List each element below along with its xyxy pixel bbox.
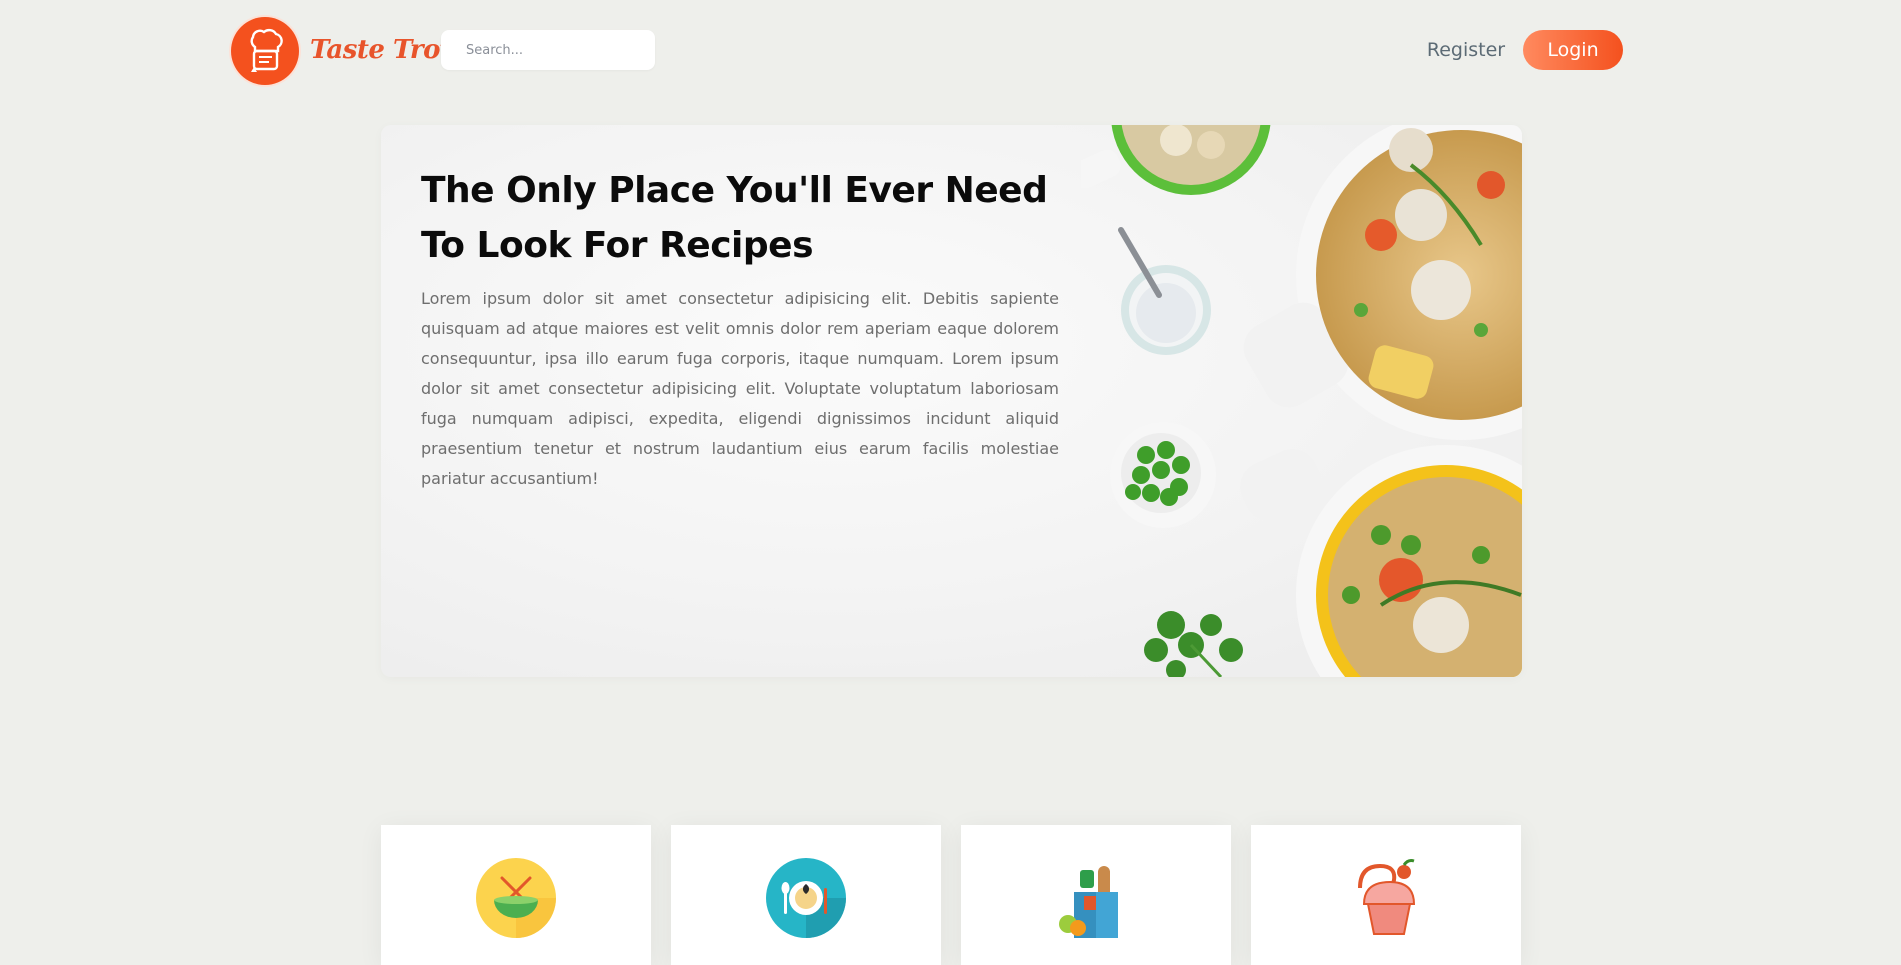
hero-banner: The Only Place You'll Ever Need To Look … [381, 125, 1522, 677]
grocery-bag-icon [1059, 866, 1118, 938]
hero-description: Lorem ipsum dolor sit amet consectetur a… [421, 289, 1059, 488]
hero-title: The Only Place You'll Ever Need To Look … [421, 170, 1048, 266]
noodle-bowl-icon [476, 858, 556, 938]
search-input[interactable] [441, 30, 655, 70]
food-bowls-image [1081, 125, 1522, 677]
category-card[interactable] [381, 825, 651, 965]
login-button[interactable]: Login [1523, 30, 1623, 70]
chef-logo-icon[interactable] [231, 17, 299, 85]
category-card[interactable] [1251, 825, 1521, 965]
category-card[interactable] [671, 825, 941, 965]
cupcake-icon [1358, 859, 1416, 935]
register-link[interactable]: Register [1420, 30, 1512, 70]
category-card[interactable] [961, 825, 1231, 965]
dinner-plate-icon [766, 858, 846, 938]
